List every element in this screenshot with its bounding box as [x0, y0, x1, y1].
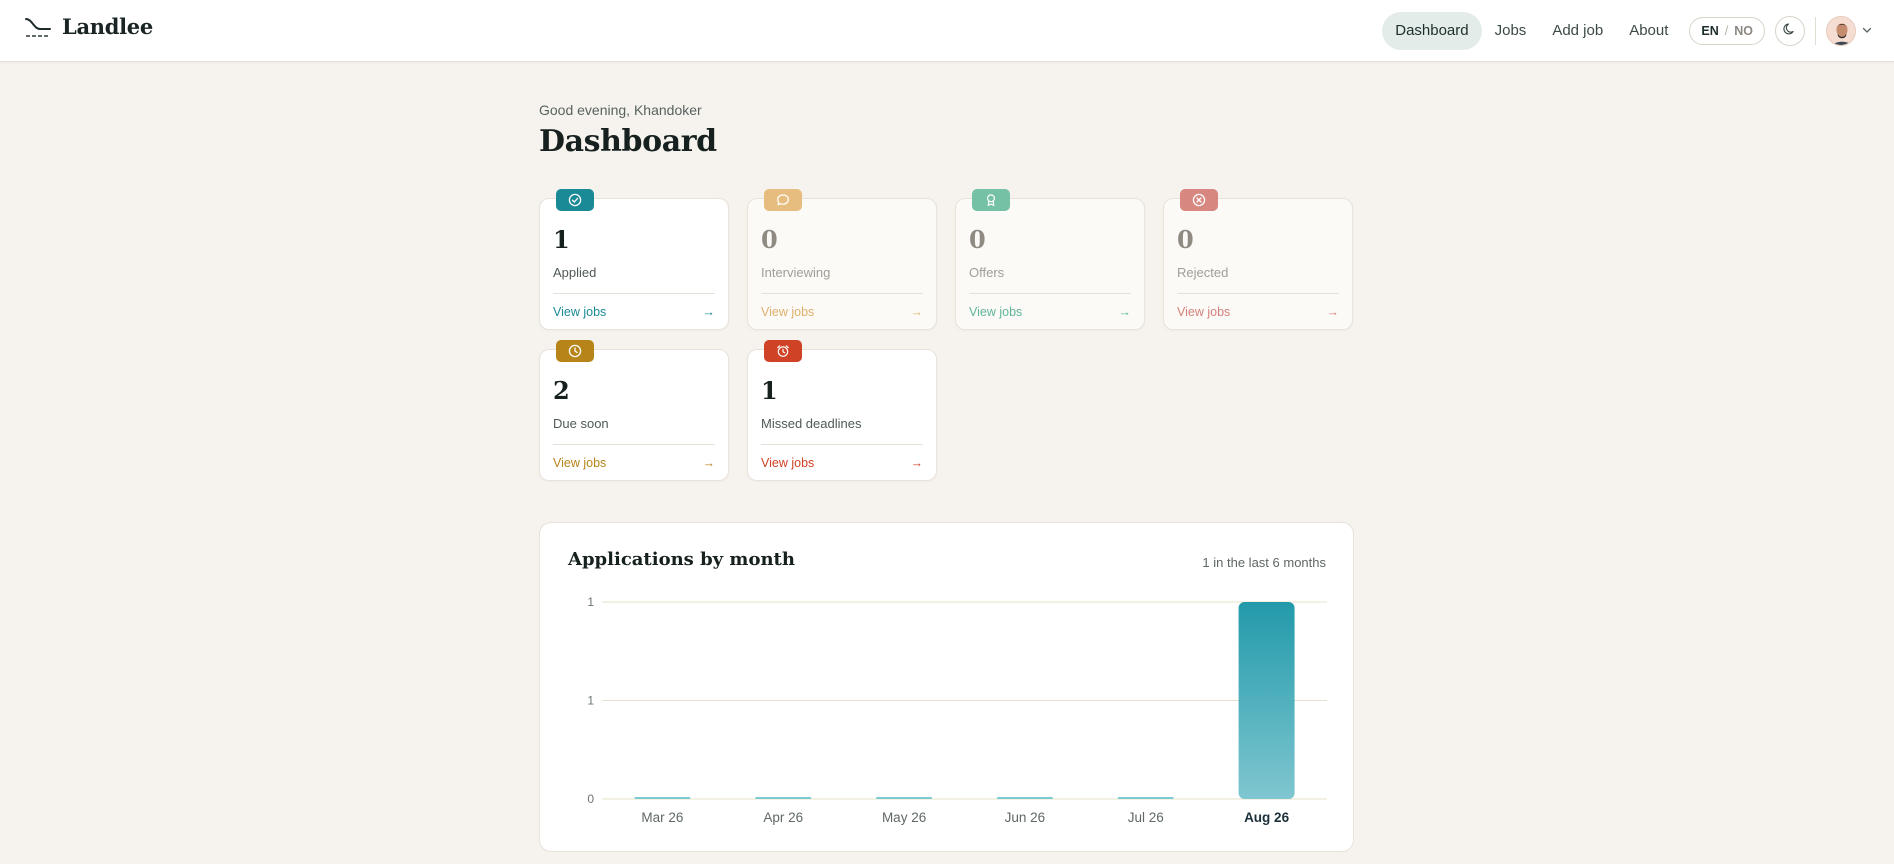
stat-card-applied: 1 Applied View jobs →	[539, 189, 729, 330]
arrow-right-icon: →	[702, 305, 716, 319]
stat-count: 0	[761, 225, 778, 254]
stat-label: Rejected	[1177, 265, 1229, 280]
view-jobs-label: View jobs	[761, 305, 815, 319]
brand-logo-link[interactable]: Landlee	[24, 14, 153, 39]
stat-count: 1	[553, 225, 570, 254]
avatar	[1826, 16, 1856, 46]
y-tick-label: 1	[587, 595, 594, 609]
x-tick-label: Apr 26	[763, 810, 803, 825]
card-divider	[761, 444, 923, 445]
chart-bar[interactable]	[876, 797, 933, 799]
stat-label: Missed deadlines	[761, 416, 862, 431]
language-no-option[interactable]: NO	[1734, 24, 1753, 38]
stat-card-offers: 0 Offers View jobs →	[955, 189, 1145, 330]
main-nav: Dashboard Jobs Add job About EN / NO	[1382, 12, 1872, 50]
top-navigation-bar: Landlee Dashboard Jobs Add job About EN …	[0, 0, 1894, 62]
view-jobs-offers-link[interactable]: View jobs →	[969, 305, 1131, 319]
x-tick-label: Jul 26	[1128, 810, 1164, 825]
language-switcher: EN / NO	[1689, 17, 1765, 45]
stat-count: 2	[553, 376, 570, 405]
user-menu-button[interactable]	[1826, 16, 1872, 46]
language-separator: /	[1724, 24, 1729, 38]
view-jobs-due-soon-link[interactable]: View jobs →	[553, 456, 715, 470]
x-tick-label: Mar 26	[641, 810, 683, 825]
nav-add-job[interactable]: Add job	[1539, 12, 1616, 50]
stat-label: Due soon	[553, 416, 609, 431]
stat-card-due-soon: 2 Due soon View jobs →	[539, 340, 729, 481]
stat-count: 1	[761, 376, 778, 405]
stat-label: Applied	[553, 265, 597, 280]
stat-label: Interviewing	[761, 265, 831, 280]
chart-bar[interactable]	[634, 797, 691, 799]
x-circle-icon	[1180, 189, 1218, 211]
greeting-text: Good evening, Khandoker	[539, 102, 702, 118]
stat-card-interviewing: 0 Interviewing View jobs →	[747, 189, 937, 330]
arrow-right-icon: →	[910, 305, 924, 319]
view-jobs-applied-link[interactable]: View jobs →	[553, 305, 715, 319]
applications-bar-chart: 0 1 1 Mar 26 Apr 26 May 26 Jun 26 Jul 26 Aug 26	[587, 595, 1327, 825]
stat-count: 0	[969, 225, 986, 254]
chevron-down-icon	[1862, 22, 1872, 40]
arrow-right-icon: →	[1326, 305, 1340, 319]
nav-jobs[interactable]: Jobs	[1482, 12, 1540, 50]
x-tick-label: Jun 26	[1005, 810, 1046, 825]
view-jobs-rejected-link[interactable]: View jobs →	[1177, 305, 1339, 319]
card-divider	[553, 444, 715, 445]
chart-bar[interactable]	[996, 797, 1053, 799]
view-jobs-label: View jobs	[969, 305, 1023, 319]
chart-bar[interactable]	[1238, 602, 1295, 799]
card-divider	[761, 293, 923, 294]
card-divider	[1177, 293, 1339, 294]
arrow-right-icon: →	[910, 456, 924, 470]
view-jobs-label: View jobs	[761, 456, 815, 470]
stat-card-rejected: 0 Rejected View jobs →	[1163, 189, 1353, 330]
view-jobs-label: View jobs	[553, 305, 607, 319]
page-title: Dashboard	[539, 124, 717, 159]
landlee-logo-icon	[24, 15, 52, 39]
chat-bubble-icon	[764, 189, 802, 211]
award-icon	[972, 189, 1010, 211]
x-tick-label: Aug 26	[1244, 810, 1290, 825]
language-en-option[interactable]: EN	[1701, 24, 1718, 38]
arrow-right-icon: →	[702, 456, 716, 470]
nav-dashboard[interactable]: Dashboard	[1382, 12, 1482, 50]
nav-about[interactable]: About	[1616, 12, 1681, 50]
view-jobs-missed-deadlines-link[interactable]: View jobs →	[761, 456, 923, 470]
clock-icon	[556, 340, 594, 362]
x-tick-label: May 26	[882, 810, 926, 825]
y-tick-label: 1	[587, 694, 594, 708]
arrow-right-icon: →	[1118, 305, 1132, 319]
theme-toggle-button[interactable]	[1775, 16, 1805, 46]
view-jobs-label: View jobs	[553, 456, 607, 470]
alarm-clock-icon	[764, 340, 802, 362]
stat-count: 0	[1177, 225, 1194, 254]
card-divider	[969, 293, 1131, 294]
y-tick-label: 0	[587, 792, 594, 806]
chart-bar[interactable]	[1117, 797, 1174, 799]
moon-icon	[1783, 22, 1797, 41]
stat-card-missed-deadlines: 1 Missed deadlines View jobs →	[747, 340, 937, 481]
brand-name: Landlee	[62, 14, 153, 39]
view-jobs-interviewing-link[interactable]: View jobs →	[761, 305, 923, 319]
check-circle-icon	[556, 189, 594, 211]
chart-bar[interactable]	[755, 797, 812, 799]
applications-chart-panel: Applications by month 1 in the last 6 mo…	[539, 522, 1354, 852]
card-divider	[553, 293, 715, 294]
view-jobs-label: View jobs	[1177, 305, 1231, 319]
stat-label: Offers	[969, 265, 1005, 280]
nav-divider	[1815, 17, 1816, 45]
